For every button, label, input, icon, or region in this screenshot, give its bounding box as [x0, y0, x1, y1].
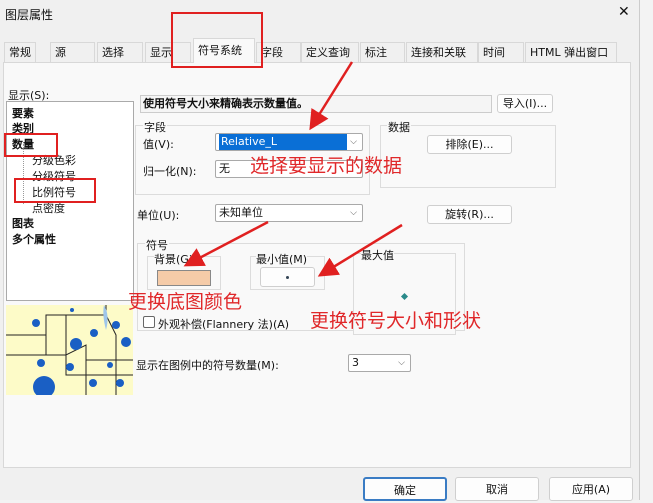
annotation-select-data: 选择要显示的数据 [250, 155, 403, 177]
annotation-change-background: 更换底图颜色 [128, 291, 243, 313]
tab-symbology[interactable]: 符号系统 [193, 38, 255, 63]
annotation-change-symbol: 更换符号大小和形状 [310, 310, 482, 332]
annotation-arrows [183, 61, 403, 277]
